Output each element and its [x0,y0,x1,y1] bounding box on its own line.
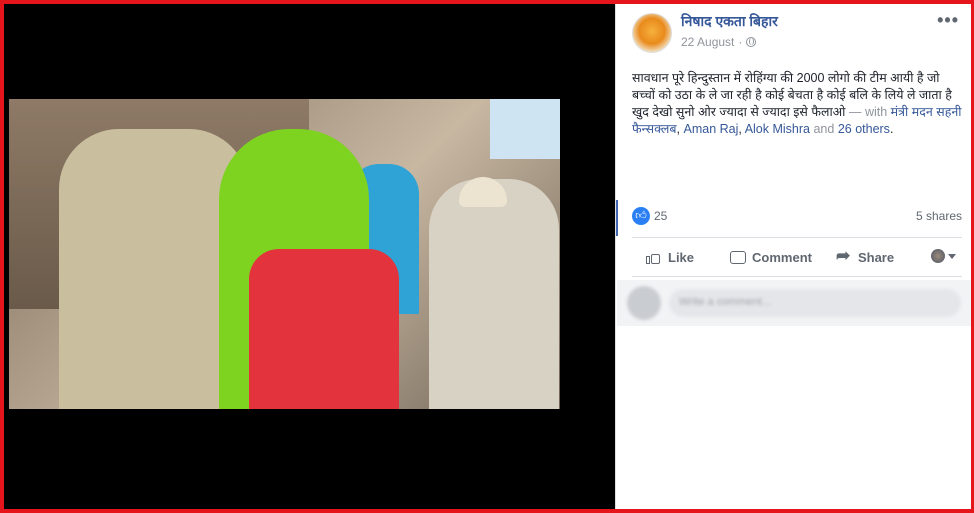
reaction-as-selector[interactable] [931,249,956,263]
avatar [627,286,661,320]
focus-edge [616,200,618,236]
like-label: Like [668,249,695,265]
share-count[interactable]: 5 shares [916,209,962,223]
globe-icon[interactable] [746,37,757,47]
page-name-link[interactable]: निषाद एकता बिहार [681,12,778,31]
caret-down-icon [948,253,956,259]
end-period: . [889,122,894,136]
post-date[interactable]: 22 August [681,35,734,49]
divider [632,276,962,277]
post-actions: Like Comment Share [632,243,962,271]
post-meta: 22 August · [681,35,757,49]
divider [632,237,962,238]
like-button[interactable]: Like [646,249,694,265]
avatar [931,249,945,263]
thumbs-up-icon [646,249,662,265]
more-options-icon[interactable]: ••• [937,10,959,31]
comment-placeholder: Write a comment... [679,296,772,308]
post-photo[interactable] [9,99,560,409]
meta-separator: · [738,35,743,49]
like-reaction-icon[interactable]: 👍︎ [632,207,650,225]
reactions-bar: 👍︎ 25 5 shares [632,205,962,227]
tagged-user-link[interactable]: Aman Raj [684,122,739,136]
and-label: and [813,122,835,136]
post-text: सावधान पूरे हिन्दुस्तान में रोहिंग्या की… [632,70,962,138]
with-label: — with [848,105,888,119]
comment-input[interactable]: Write a comment... [669,289,961,317]
tag-comma: , [676,122,681,136]
comment-button[interactable]: Comment [730,250,812,265]
like-count[interactable]: 25 [654,209,667,223]
others-link[interactable]: 26 others [838,122,890,136]
share-button[interactable]: Share [836,246,895,266]
tagged-user-link[interactable]: Alok Mishra [745,122,810,136]
post-sidebar: निषाद एकता बिहार 22 August · ••• सावधान … [615,4,971,509]
comment-icon [730,250,747,264]
photo-viewer [4,4,615,509]
comment-composer: Write a comment... [617,280,971,326]
page-avatar[interactable] [632,13,672,53]
tag-comma: , [738,122,742,136]
share-icon [836,246,852,266]
share-label: Share [857,249,895,265]
comment-label: Comment [752,249,812,265]
